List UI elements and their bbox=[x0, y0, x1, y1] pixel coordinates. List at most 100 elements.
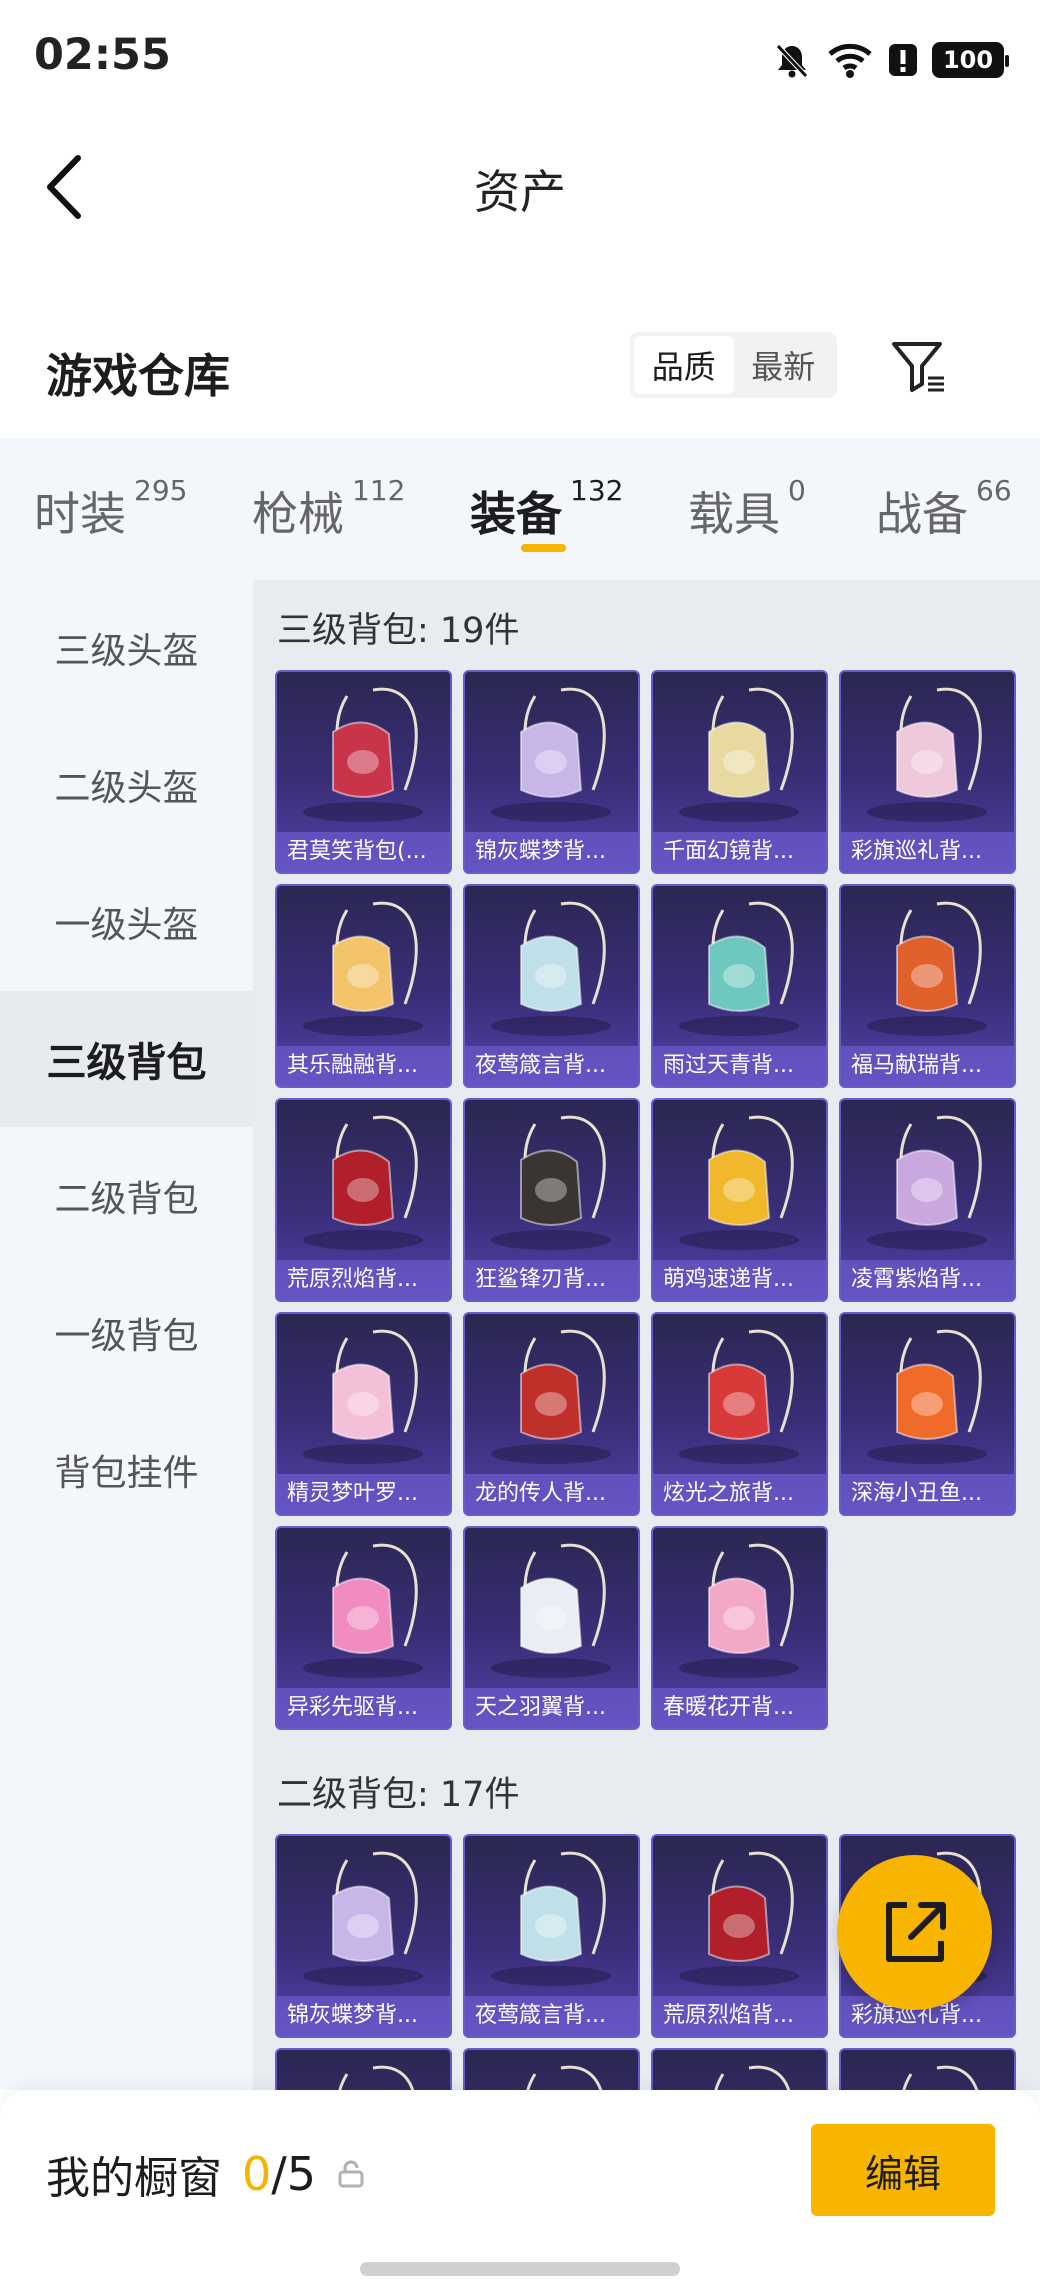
item-name: 福马献瑞背... bbox=[841, 1046, 1014, 1086]
backpack-icon bbox=[491, 1329, 611, 1464]
lock-icon bbox=[338, 2160, 364, 2188]
sort-newest-button[interactable]: 最新 bbox=[734, 336, 834, 394]
backpack-icon bbox=[491, 687, 611, 822]
item-card[interactable]: 精灵梦叶罗... bbox=[275, 1312, 452, 1516]
item-name: 荒原烈焰背... bbox=[653, 1996, 826, 2036]
item-name: 雨过天青背... bbox=[653, 1046, 826, 1086]
active-tab-indicator bbox=[521, 544, 566, 552]
tab-firearms[interactable]: 枪械 112 bbox=[252, 474, 405, 544]
showcase-total: /5 bbox=[271, 2147, 317, 2201]
item-card[interactable] bbox=[463, 2048, 640, 2090]
tab-count: 112 bbox=[352, 474, 406, 507]
item-card[interactable]: 春暖花开背... bbox=[651, 1526, 828, 1730]
item-card[interactable]: 天之羽翼背... bbox=[463, 1526, 640, 1730]
item-card[interactable]: 锦灰蝶梦背... bbox=[275, 1834, 452, 2038]
item-card[interactable]: 龙的传人背... bbox=[463, 1312, 640, 1516]
tab-label: 载具 bbox=[688, 487, 780, 541]
item-name: 深海小丑鱼... bbox=[841, 1474, 1014, 1514]
item-name: 其乐融融背... bbox=[277, 1046, 450, 1086]
share-button[interactable] bbox=[837, 1855, 992, 2010]
sidebar-item[interactable]: 二级背包 bbox=[0, 1128, 253, 1264]
sidebar-item[interactable]: 三级背包 bbox=[0, 991, 253, 1127]
tab-count: 0 bbox=[788, 474, 806, 507]
backpack-icon bbox=[867, 1329, 987, 1464]
item-card[interactable]: 深海小丑鱼... bbox=[839, 1312, 1016, 1516]
filter-icon[interactable] bbox=[890, 338, 948, 396]
item-name: 天之羽翼背... bbox=[465, 1688, 638, 1728]
item-card[interactable]: 炫光之旅背... bbox=[651, 1312, 828, 1516]
backpack-icon bbox=[491, 1851, 611, 1986]
item-card[interactable]: 荒原烈焰背... bbox=[651, 1834, 828, 2038]
backpack-icon bbox=[867, 687, 987, 822]
backpack-icon bbox=[303, 1543, 423, 1678]
app-root: 02:55 100 资产 游戏仓库 品质 最新 时装 295 枪械 112 装备 13… bbox=[0, 0, 1040, 2295]
sort-quality-button[interactable]: 品质 bbox=[634, 336, 734, 394]
page-title: 资产 bbox=[474, 165, 566, 219]
item-card[interactable]: 萌鸡速递背... bbox=[651, 1098, 828, 1302]
item-card[interactable]: 福马献瑞背... bbox=[839, 884, 1016, 1088]
tab-supplies[interactable]: 战备 66 bbox=[876, 474, 1012, 544]
status-icons: 100 bbox=[772, 38, 1009, 82]
tab-count: 132 bbox=[570, 474, 624, 507]
backpack-icon bbox=[526, 2065, 603, 2090]
showcase-label: 我的橱窗 bbox=[46, 2153, 222, 2204]
sidebar-item[interactable]: 背包挂件 bbox=[0, 1402, 253, 1538]
sidebar-item[interactable]: 一级背包 bbox=[0, 1265, 253, 1401]
backpack-icon bbox=[867, 1115, 987, 1250]
sidebar-item[interactable]: 二级头盔 bbox=[0, 717, 253, 853]
item-card[interactable] bbox=[839, 2048, 1016, 2090]
item-name: 萌鸡速递背... bbox=[653, 1260, 826, 1300]
item-name: 炫光之旅背... bbox=[653, 1474, 826, 1514]
item-card[interactable]: 夜莺箴言背... bbox=[463, 1834, 640, 2038]
item-card[interactable]: 凌霄紫焰背... bbox=[839, 1098, 1016, 1302]
item-name: 凌霄紫焰背... bbox=[841, 1260, 1014, 1300]
item-card[interactable]: 锦灰蝶梦背... bbox=[463, 670, 640, 874]
showcase-bar: 我的橱窗 0/5 编辑 bbox=[0, 2090, 1040, 2295]
tab-fashion[interactable]: 时装 295 bbox=[34, 474, 187, 544]
backpack-icon bbox=[491, 1543, 611, 1678]
backpack-icon bbox=[303, 1851, 423, 1986]
item-name: 夜莺箴言背... bbox=[465, 1046, 638, 1086]
item-name: 彩旗巡礼背... bbox=[841, 832, 1014, 872]
item-card[interactable] bbox=[651, 2048, 828, 2090]
item-card[interactable]: 异彩先驱背... bbox=[275, 1526, 452, 1730]
section-title: 二级背包: 17件 bbox=[277, 1775, 520, 1815]
nav-bar: 资产 bbox=[0, 120, 1040, 250]
tab-count: 295 bbox=[134, 474, 188, 507]
item-name: 异彩先驱背... bbox=[277, 1688, 450, 1728]
item-card[interactable]: 狂鲨锋刃背... bbox=[463, 1098, 640, 1302]
item-card[interactable] bbox=[275, 2048, 452, 2090]
backpack-icon bbox=[679, 1851, 799, 1986]
item-name: 千面幻镜背... bbox=[653, 832, 826, 872]
tab-label: 时装 bbox=[34, 487, 126, 541]
status-bar: 02:55 100 bbox=[0, 0, 1040, 110]
item-card[interactable]: 雨过天青背... bbox=[651, 884, 828, 1088]
home-indicator bbox=[360, 2262, 680, 2276]
item-name: 春暖花开背... bbox=[653, 1688, 826, 1728]
item-name: 君莫笑背包(... bbox=[277, 832, 450, 872]
sort-toggle: 品质 最新 bbox=[630, 332, 837, 398]
backpack-icon bbox=[491, 901, 611, 1036]
edit-button[interactable]: 编辑 bbox=[811, 2124, 995, 2216]
backpack-icon bbox=[679, 1115, 799, 1250]
showcase-used: 0 bbox=[242, 2147, 272, 2201]
sidebar-item[interactable]: 一级头盔 bbox=[0, 854, 253, 990]
item-card[interactable]: 夜莺箴言背... bbox=[463, 884, 640, 1088]
item-name: 锦灰蝶梦背... bbox=[465, 832, 638, 872]
item-name: 精灵梦叶罗... bbox=[277, 1474, 450, 1514]
backpack-icon bbox=[679, 1543, 799, 1678]
item-card[interactable]: 荒原烈焰背... bbox=[275, 1098, 452, 1302]
item-card[interactable]: 彩旗巡礼背... bbox=[839, 670, 1016, 874]
item-name: 荒原烈焰背... bbox=[277, 1260, 450, 1300]
backpack-icon bbox=[303, 1329, 423, 1464]
item-card[interactable]: 其乐融融背... bbox=[275, 884, 452, 1088]
tab-equipment[interactable]: 装备 132 bbox=[470, 474, 623, 544]
item-card[interactable]: 君莫笑背包(... bbox=[275, 670, 452, 874]
tab-label: 枪械 bbox=[252, 487, 344, 541]
category-tabs: 时装 295 枪械 112 装备 132 载具 0 战备 66 bbox=[0, 438, 1040, 580]
sidebar-item[interactable]: 三级头盔 bbox=[0, 580, 253, 716]
subcategory-sidebar: 三级头盔 二级头盔 一级头盔 三级背包 二级背包 一级背包 背包挂件 bbox=[0, 580, 253, 2090]
item-card[interactable]: 千面幻镜背... bbox=[651, 670, 828, 874]
tab-vehicles[interactable]: 载具 0 bbox=[688, 474, 806, 544]
backpack-icon bbox=[491, 1115, 611, 1250]
